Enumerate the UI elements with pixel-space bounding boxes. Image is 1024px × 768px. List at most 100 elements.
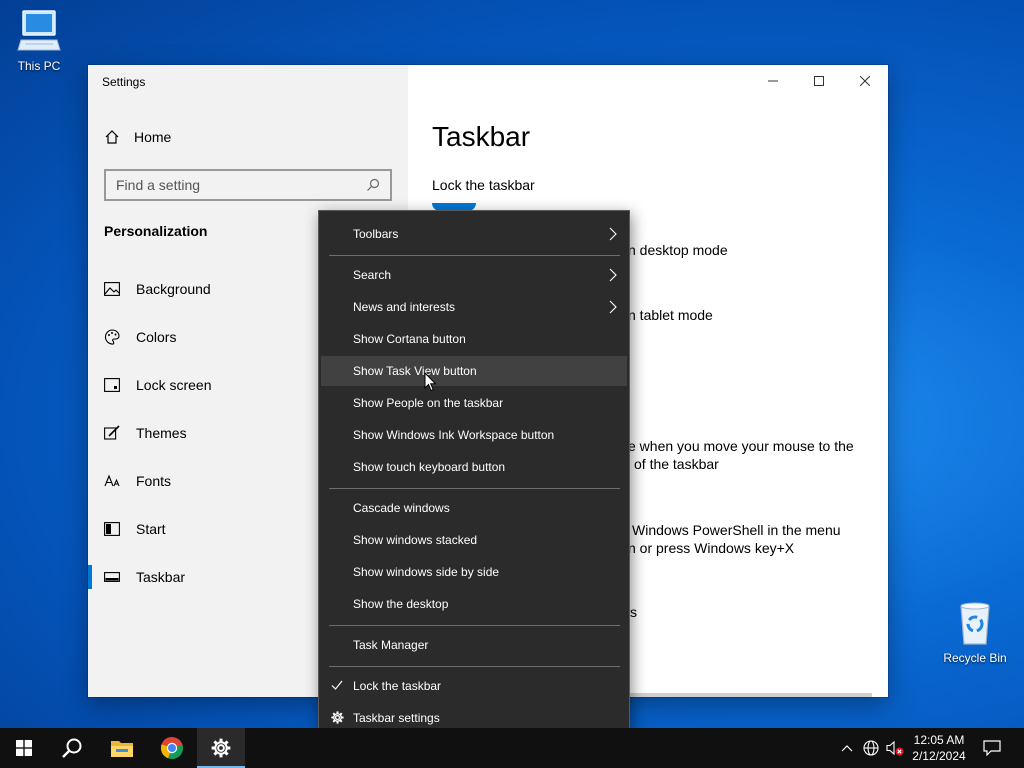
- windows-logo-icon: [16, 740, 32, 756]
- powershell-setting-label-line2: n or press Windows key+X: [628, 540, 795, 556]
- taskbar-clock[interactable]: 12:05 AM 2/12/2024: [904, 732, 974, 764]
- file-explorer-button[interactable]: [98, 728, 146, 768]
- menu-item-label: Show windows side by side: [353, 565, 500, 579]
- peek-setting-label-line2: of the taskbar: [634, 456, 719, 472]
- menu-separator: [329, 488, 620, 489]
- menu-separator: [329, 625, 620, 626]
- page-title: Taskbar: [432, 121, 531, 152]
- menu-item-label: Lock the taskbar: [353, 679, 442, 693]
- folder-icon: [111, 741, 133, 757]
- menu-separator: [329, 666, 620, 667]
- menu-item-show-desktop[interactable]: Show the desktop: [321, 589, 627, 619]
- menu-item-label: Show windows stacked: [353, 533, 478, 547]
- start-icon: [104, 521, 120, 537]
- globe-network-icon: [863, 740, 879, 756]
- taskbar-icon: [104, 569, 120, 585]
- taskbar-search-button[interactable]: [48, 728, 96, 768]
- menu-item-lock-the-taskbar[interactable]: Lock the taskbar: [321, 671, 627, 701]
- brush-icon: [104, 425, 120, 441]
- chevron-right-icon: [609, 268, 617, 282]
- menu-separator: [329, 255, 620, 256]
- content-divider: [628, 693, 872, 697]
- menu-item-label: Search: [353, 268, 392, 282]
- search-icon: [367, 178, 380, 191]
- close-icon: [860, 76, 870, 86]
- home-icon: [105, 130, 119, 144]
- settings-search-input[interactable]: Find a setting: [104, 169, 392, 201]
- nav-item-label: Colors: [136, 329, 177, 345]
- network-tray-button[interactable]: [860, 728, 882, 768]
- show-hidden-icons-button[interactable]: [836, 728, 858, 768]
- gear-icon: [211, 738, 231, 758]
- menu-item-label: Taskbar settings: [353, 711, 440, 725]
- clock-date: 2/12/2024: [912, 749, 966, 763]
- settings-taskbar-button[interactable]: [197, 728, 245, 768]
- desktop-mode-setting-label: n desktop mode: [628, 242, 728, 258]
- font-icon: [104, 473, 120, 489]
- tablet-mode-setting-label: n tablet mode: [628, 307, 713, 323]
- minimize-icon: [768, 80, 778, 82]
- image-icon: [104, 281, 120, 297]
- home-label: Home: [134, 129, 172, 145]
- computer-icon: [17, 10, 61, 51]
- lock-screen-icon: [104, 377, 120, 393]
- powershell-setting-label-line1: Windows PowerShell in the menu: [632, 522, 841, 538]
- peek-setting-label-line1: e when you move your mouse to the: [628, 438, 854, 454]
- checkmark-icon: [331, 680, 343, 690]
- search-icon: [62, 738, 82, 758]
- mouse-cursor-icon: [424, 372, 437, 392]
- menu-item-show-ink-workspace[interactable]: Show Windows Ink Workspace button: [321, 420, 627, 450]
- notification-icon: [983, 740, 1001, 756]
- section-title: Personalization: [104, 223, 208, 239]
- menu-item-windows-side-by-side[interactable]: Show windows side by side: [321, 557, 627, 587]
- menu-item-show-cortana-button[interactable]: Show Cortana button: [321, 324, 627, 354]
- start-button[interactable]: [0, 728, 48, 768]
- minimize-button[interactable]: [750, 65, 796, 97]
- menu-item-search[interactable]: Search: [321, 260, 627, 290]
- recycle-bin-icon: [960, 602, 990, 645]
- menu-item-label: News and interests: [353, 300, 456, 314]
- speaker-muted-icon: [886, 740, 904, 756]
- menu-item-task-manager[interactable]: Task Manager: [321, 630, 627, 660]
- desktop-icon-this-pc[interactable]: This PC: [2, 8, 76, 73]
- desktop-icon-recycle-bin[interactable]: Recycle Bin: [938, 600, 1012, 665]
- menu-item-label: Show Task View button: [353, 364, 477, 378]
- menu-item-toolbars[interactable]: Toolbars: [321, 219, 627, 249]
- chevron-up-icon: [841, 745, 853, 752]
- maximize-button[interactable]: [796, 65, 842, 97]
- maximize-icon: [814, 76, 824, 86]
- palette-icon: [104, 329, 120, 345]
- chrome-button[interactable]: [148, 728, 196, 768]
- close-button[interactable]: [842, 65, 888, 97]
- lock-taskbar-setting-label: Lock the taskbar: [432, 177, 535, 193]
- menu-item-label: Show People on the taskbar: [353, 396, 504, 410]
- taskbar: 12:05 AM 2/12/2024: [0, 728, 1024, 768]
- gear-icon: [331, 711, 344, 724]
- menu-item-show-task-view-button[interactable]: Show Task View button: [321, 356, 627, 386]
- chevron-right-icon: [609, 227, 617, 241]
- desktop-icon-label: Recycle Bin: [943, 651, 1007, 665]
- menu-item-windows-stacked[interactable]: Show windows stacked: [321, 525, 627, 555]
- menu-item-label: Show touch keyboard button: [353, 460, 506, 474]
- caption-buttons: [750, 65, 888, 97]
- menu-item-show-people[interactable]: Show People on the taskbar: [321, 388, 627, 418]
- menu-item-label: Cascade windows: [353, 501, 450, 515]
- search-placeholder: Find a setting: [116, 177, 201, 193]
- menu-item-show-touch-keyboard[interactable]: Show touch keyboard button: [321, 452, 627, 482]
- menu-item-label: Show Cortana button: [353, 332, 466, 346]
- nav-item-label: Lock screen: [136, 377, 212, 393]
- volume-tray-button[interactable]: [884, 728, 906, 768]
- nav-item-label: Themes: [136, 425, 187, 441]
- nav-item-label: Background: [136, 281, 211, 297]
- nav-item-label: Taskbar: [136, 569, 186, 585]
- partial-setting-label: s: [630, 604, 637, 620]
- chrome-icon: [160, 736, 183, 760]
- home-nav-item[interactable]: Home: [104, 129, 171, 145]
- menu-item-cascade-windows[interactable]: Cascade windows: [321, 493, 627, 523]
- menu-item-label: Show Windows Ink Workspace button: [353, 428, 555, 442]
- menu-item-label: Show the desktop: [353, 597, 449, 611]
- menu-item-news-and-interests[interactable]: News and interests: [321, 292, 627, 322]
- chevron-right-icon: [609, 300, 617, 314]
- nav-item-label: Start: [136, 521, 166, 537]
- action-center-button[interactable]: [978, 728, 1006, 768]
